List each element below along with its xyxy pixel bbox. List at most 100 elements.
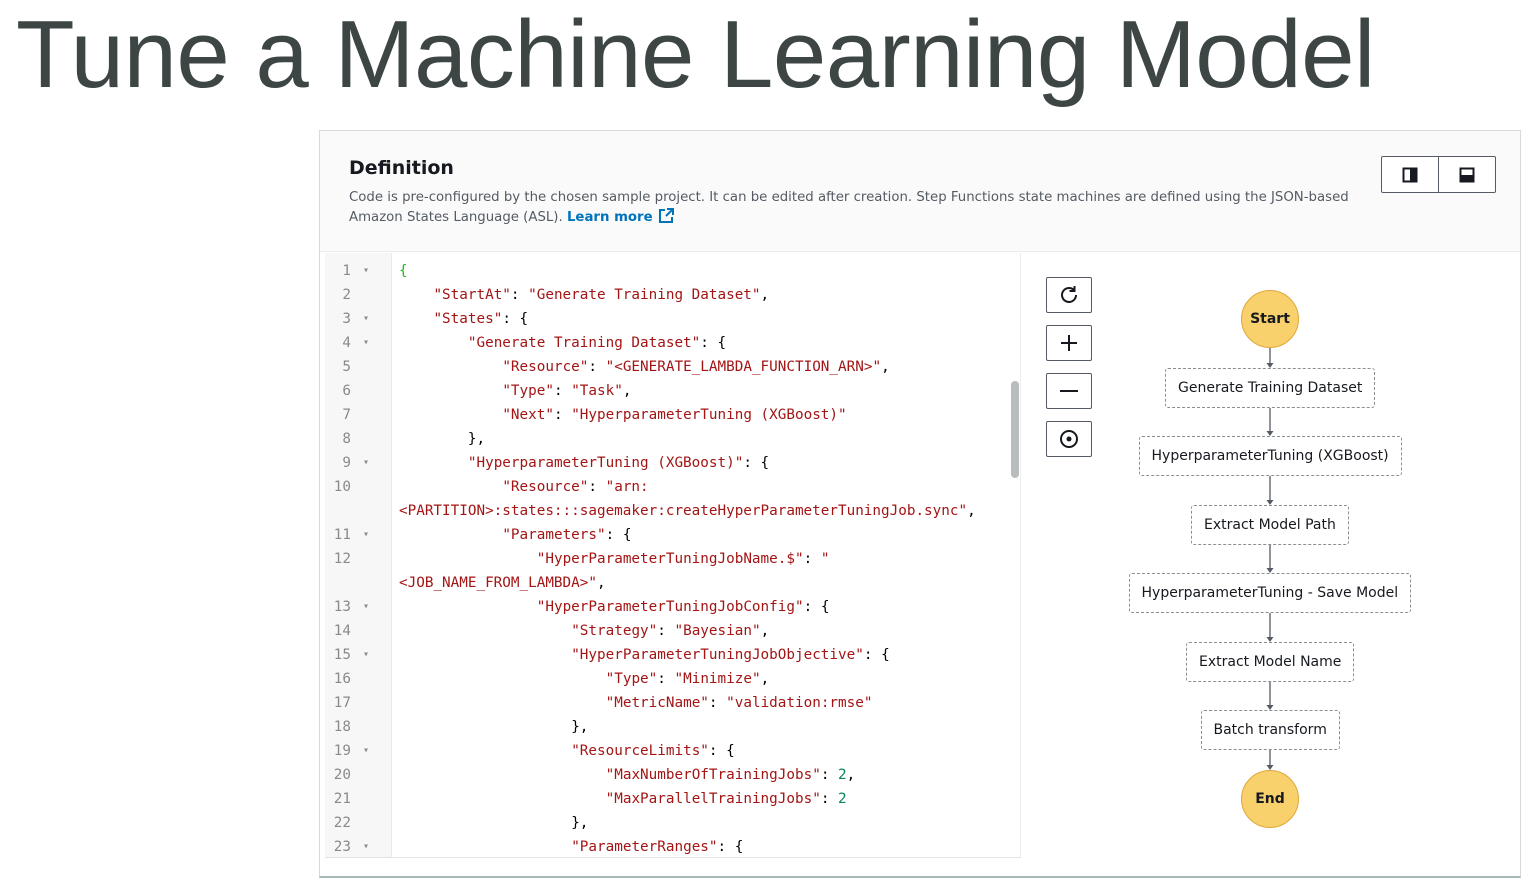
graph-view: Start Generate Training Dataset Hyperparam…	[1023, 253, 1520, 858]
line-number: 5	[342, 359, 351, 375]
code-text: "MaxParallelTrainingJobs": 2	[605, 791, 847, 807]
code-text: "StartAt": "Generate Training Dataset",	[433, 287, 770, 303]
code-text: "Resource": "<GENERATE_LAMBDA_FUNCTION_A…	[502, 359, 890, 375]
learn-more-link[interactable]: Learn more	[567, 208, 675, 225]
line-number: 13	[333, 599, 351, 615]
code-line[interactable]: 10 "Resource": "arn:	[325, 475, 1005, 499]
state-node[interactable]: Generate Training Dataset	[1165, 368, 1376, 408]
split-vertical-button[interactable]	[1382, 157, 1438, 192]
code-line[interactable]: 8 },	[325, 427, 1005, 451]
fold-arrow-icon[interactable]: ▾	[363, 643, 369, 667]
fold-arrow-icon[interactable]: ▾	[363, 259, 369, 283]
code-text: "Resource": "arn:	[502, 479, 649, 495]
end-node[interactable]: End	[1241, 770, 1299, 828]
fold-arrow-icon[interactable]: ▾	[363, 595, 369, 619]
code-line[interactable]: 12 "HyperParameterTuningJobName.$": "	[325, 547, 1005, 571]
code-line[interactable]: <JOB_NAME_FROM_LAMBDA>",	[325, 571, 1005, 595]
split-vertical-icon	[1402, 167, 1418, 182]
code-line[interactable]: 18 },	[325, 715, 1005, 739]
line-number: 6	[342, 383, 351, 399]
line-number: 19	[333, 743, 351, 759]
external-link-icon	[658, 208, 674, 223]
code-line[interactable]: 23 ▾ "ParameterRanges": {	[325, 835, 1005, 858]
definition-description: Code is pre-configured by the chosen sam…	[349, 188, 1349, 227]
description-text: Code is pre-configured by the chosen sam…	[349, 190, 1349, 225]
code-text: },	[571, 719, 589, 735]
code-text: "Next": "HyperparameterTuning (XGBoost)"	[502, 407, 847, 423]
line-number: 14	[333, 623, 351, 639]
code-text: {	[399, 263, 408, 279]
line-number: 7	[342, 407, 351, 423]
split-horizontal-button[interactable]	[1438, 157, 1495, 192]
code-line[interactable]: 5 "Resource": "<GENERATE_LAMBDA_FUNCTION…	[325, 355, 1005, 379]
start-node[interactable]: Start	[1241, 290, 1299, 348]
code-line[interactable]: 19 ▾ "ResourceLimits": {	[325, 739, 1005, 763]
code-text: "Type": "Task",	[502, 383, 632, 399]
line-number: 22	[333, 815, 351, 831]
editor-bottom-border	[325, 857, 1021, 858]
code-text: <PARTITION>:states:::sagemaker:createHyp…	[399, 503, 976, 519]
code-line[interactable]: 3 ▾ "States": {	[325, 307, 1005, 331]
fold-arrow-icon[interactable]: ▾	[363, 835, 369, 858]
code-line[interactable]: 7 "Next": "HyperparameterTuning (XGBoost…	[325, 403, 1005, 427]
code-text: "MetricName": "validation:rmse"	[605, 695, 873, 711]
code-line[interactable]: 21 "MaxParallelTrainingJobs": 2	[325, 787, 1005, 811]
fold-arrow-icon[interactable]: ▾	[363, 451, 369, 475]
page-title: Tune a Machine Learning Model	[16, 1, 1375, 108]
code-text: "HyperParameterTuningJobConfig": {	[536, 599, 830, 615]
line-number: 20	[333, 767, 351, 783]
code-editor[interactable]: 1 ▾ {2 "StartAt": "Generate Training Datas…	[325, 253, 1021, 858]
line-number: 17	[333, 695, 351, 711]
line-number: 2	[342, 287, 351, 303]
code-text: "ResourceLimits": {	[571, 743, 735, 759]
code-text: },	[571, 815, 589, 831]
code-line[interactable]: 1 ▾ {	[325, 259, 1005, 283]
state-node[interactable]: HyperparameterTuning - Save Model	[1128, 573, 1412, 613]
code-line[interactable]: 6 "Type": "Task",	[325, 379, 1005, 403]
code-line[interactable]: 9 ▾ "HyperparameterTuning (XGBoost)": {	[325, 451, 1005, 475]
line-number: 23	[333, 839, 351, 855]
fold-arrow-icon[interactable]: ▾	[363, 331, 369, 355]
state-node[interactable]: Extract Model Name	[1186, 642, 1355, 682]
code-text: "HyperparameterTuning (XGBoost)": {	[467, 455, 770, 471]
line-number: 15	[333, 647, 351, 663]
editor-scrollbar[interactable]	[1011, 381, 1019, 478]
line-number: 11	[333, 527, 351, 543]
code-line[interactable]: 4 ▾ "Generate Training Dataset": {	[325, 331, 1005, 355]
line-number: 4	[342, 335, 351, 351]
code-text: "States": {	[433, 311, 529, 327]
code-text: "HyperParameterTuningJobObjective": {	[571, 647, 890, 663]
code-line[interactable]: 11 ▾ "Parameters": {	[325, 523, 1005, 547]
code-line[interactable]: 22 },	[325, 811, 1005, 835]
code-line[interactable]: 14 "Strategy": "Bayesian",	[325, 619, 1005, 643]
line-number: 21	[333, 791, 351, 807]
code-line[interactable]: 15 ▾ "HyperParameterTuningJobObjective": …	[325, 643, 1005, 667]
code-text: },	[467, 431, 486, 447]
code-line[interactable]: 2 "StartAt": "Generate Training Dataset"…	[325, 283, 1005, 307]
state-node[interactable]: Batch transform	[1200, 710, 1340, 750]
line-number: 10	[333, 479, 351, 495]
definition-title: Definition	[349, 157, 454, 179]
fold-arrow-icon[interactable]: ▾	[363, 739, 369, 763]
fold-arrow-icon[interactable]: ▾	[363, 307, 369, 331]
fold-arrow-icon[interactable]: ▾	[363, 523, 369, 547]
definition-panel: Definition Code is pre-configured by the…	[319, 130, 1521, 878]
code-line[interactable]: <PARTITION>:states:::sagemaker:createHyp…	[325, 499, 1005, 523]
code-text: "Type": "Minimize",	[605, 671, 770, 687]
line-number: 1	[342, 263, 351, 279]
split-horizontal-icon	[1459, 167, 1475, 182]
line-number: 9	[342, 455, 351, 471]
line-number: 18	[333, 719, 351, 735]
line-number: 8	[342, 431, 351, 447]
line-number: 12	[333, 551, 351, 567]
state-node[interactable]: Extract Model Path	[1191, 505, 1349, 545]
code-text: "MaxNumberOfTrainingJobs": 2,	[605, 767, 856, 783]
code-line[interactable]: 17 "MetricName": "validation:rmse"	[325, 691, 1005, 715]
code-line[interactable]: 13 ▾ "HyperParameterTuningJobConfig": {	[325, 595, 1005, 619]
code-line[interactable]: 16 "Type": "Minimize",	[325, 667, 1005, 691]
code-line[interactable]: 20 "MaxNumberOfTrainingJobs": 2,	[325, 763, 1005, 787]
state-node[interactable]: HyperparameterTuning (XGBoost)	[1138, 436, 1402, 476]
code-text: <JOB_NAME_FROM_LAMBDA>",	[399, 575, 606, 591]
line-number: 16	[333, 671, 351, 687]
code-text: "ParameterRanges": {	[571, 839, 744, 855]
